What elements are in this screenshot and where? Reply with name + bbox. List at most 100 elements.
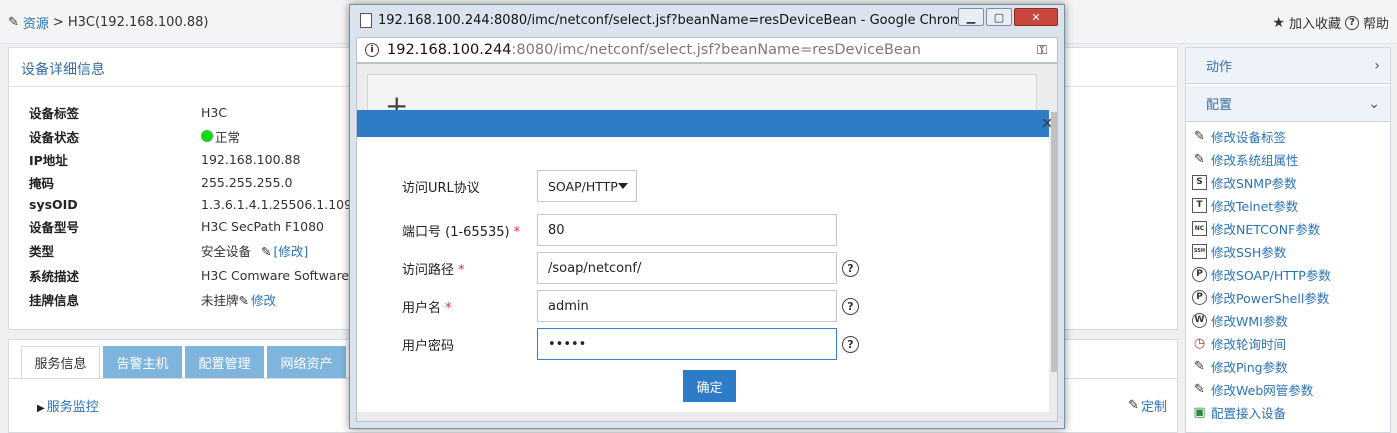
info-icon[interactable]: i — [365, 43, 379, 57]
minimize-button[interactable]: ▁ — [958, 8, 984, 26]
detail-key: 掩码 — [29, 175, 55, 191]
detail-key: 设备型号 — [29, 219, 80, 235]
soap-http-dialog: ✕ 访问URL协议 SOAP/HTTP 端口号 (1-65535) * 80 访问… — [357, 110, 1057, 412]
help-icon[interactable]: ? — [842, 335, 859, 353]
telnet-icon: T — [1192, 197, 1207, 213]
tag-value: 未挂牌 — [201, 292, 239, 308]
help-icon[interactable]: ? — [842, 259, 859, 277]
detail-value: H3C SecPath F1080 — [201, 218, 324, 234]
breadcrumb-root[interactable]: 资源 — [23, 13, 49, 32]
protocol-select[interactable]: SOAP/HTTP — [537, 170, 637, 202]
window-controls: ▁ ▢ ✕ — [958, 8, 1058, 26]
side-item-soap-http[interactable]: P 修改SOAP/HTTP参数 — [1192, 264, 1331, 284]
ok-button[interactable]: 确定 — [683, 370, 736, 402]
ssh-icon: SSH — [1192, 243, 1207, 259]
service-monitor-label: 服务监控 — [46, 400, 99, 415]
customize-label: 定制 — [1140, 400, 1167, 415]
detail-row: 设备型号 H3C SecPath F1080 — [29, 216, 324, 236]
address-path: :8080/imc/netconf/select.jsf?beanName=re… — [511, 42, 921, 58]
side-item-poll-time[interactable]: ◷ 修改轮询时间 — [1192, 333, 1286, 353]
detail-key: IP地址 — [29, 152, 68, 168]
tab-network-assets[interactable]: 网络资产 — [267, 346, 346, 378]
required-mark: * — [445, 300, 452, 316]
side-item-label: 修改WMI参数 — [1211, 313, 1288, 329]
maximize-button[interactable]: ▢ — [986, 8, 1012, 26]
help-link[interactable]: 帮助 — [1363, 13, 1389, 32]
detail-key: 设备标签 — [29, 105, 80, 121]
side-item-ssh[interactable]: SSH 修改SSH参数 — [1192, 241, 1286, 261]
tab-config-management[interactable]: 配置管理 — [185, 346, 264, 378]
port-row: 端口号 (1-65535) * 80 — [402, 214, 837, 246]
key-icon[interactable]: ⚿ — [1037, 43, 1047, 58]
action-header[interactable]: 动作 › — [1186, 48, 1390, 84]
detail-value: H3C — [201, 104, 228, 120]
port-input[interactable]: 80 — [537, 214, 837, 246]
help-icon[interactable]: ? — [842, 297, 859, 315]
side-item-web[interactable]: ✎ 修改Web网管参数 — [1192, 379, 1313, 399]
page-icon — [360, 12, 372, 28]
side-item-edit-sysgroup[interactable]: ✎ 修改系统组属性 — [1192, 149, 1299, 169]
side-item-edit-device-label[interactable]: ✎ 修改设备标签 — [1192, 126, 1286, 146]
side-item-powershell[interactable]: P 修改PowerShell参数 — [1192, 287, 1329, 307]
service-monitor-toggle[interactable]: ▶ 服务监控 — [37, 396, 99, 415]
side-panel: 动作 › 配置 ⌄ ✎ 修改设备标签 ✎ 修改系统组属性 S 修改SNMP参数 T 修改… — [1185, 47, 1391, 433]
detail-key: sysOID — [29, 196, 78, 212]
side-item-label: 修改SOAP/HTTP参数 — [1211, 267, 1331, 283]
ping-icon: ✎ — [1194, 358, 1205, 374]
side-item-label: 修改设备标签 — [1211, 129, 1287, 145]
required-mark: * — [458, 262, 465, 278]
side-item-telnet[interactable]: T 修改Telnet参数 — [1192, 195, 1298, 215]
side-item-label: 修改系统组属性 — [1211, 152, 1299, 168]
password-label: 用户密码 — [402, 338, 455, 354]
side-item-ping[interactable]: ✎ 修改Ping参数 — [1192, 356, 1288, 376]
netconf-icon: NC — [1192, 220, 1207, 236]
path-row: 访问路径 * /soap/netconf/ ? — [402, 252, 859, 284]
config-header[interactable]: 配置 ⌄ — [1186, 86, 1390, 122]
password-row: 用户密码 ••••• ? — [402, 328, 859, 360]
tab-alarm-host[interactable]: 告警主机 — [103, 346, 182, 378]
customize-link[interactable]: ✎ 定制 — [1128, 396, 1167, 415]
edit-icon: ✎ — [261, 243, 272, 259]
edit-icon: ✎ — [238, 292, 249, 308]
required-mark: * — [513, 224, 521, 240]
side-item-label: 修改NETCONF参数 — [1211, 221, 1321, 237]
path-input[interactable]: /soap/netconf/ — [537, 252, 837, 284]
detail-key: 设备状态 — [29, 129, 80, 145]
snmp-icon: S — [1192, 174, 1207, 190]
side-item-label: 修改Ping参数 — [1211, 359, 1288, 375]
side-item-wmi[interactable]: W 修改WMI参数 — [1192, 310, 1288, 330]
add-favorite-link[interactable]: 加入收藏 — [1289, 13, 1341, 32]
detail-row: 挂牌信息 未挂牌✎ 修改 — [29, 289, 276, 309]
side-item-access-device[interactable]: ▣ 配置接入设备 — [1192, 402, 1286, 422]
address-url: 192.168.100.244:8080/imc/netconf/select.… — [387, 42, 921, 58]
config-label: 配置 — [1206, 98, 1233, 113]
status-text: 正常 — [215, 129, 241, 145]
tab-service-info[interactable]: 服务信息 — [21, 346, 100, 378]
modify-tag-link[interactable]: 修改 — [251, 293, 276, 308]
modify-type-link[interactable]: [修改] — [274, 244, 309, 259]
web-icon: ✎ — [1194, 381, 1205, 397]
chevron-down-icon: ⌄ — [1368, 95, 1380, 112]
star-icon: ★ — [1272, 14, 1285, 31]
side-item-snmp[interactable]: S 修改SNMP参数 — [1192, 172, 1297, 192]
side-item-netconf[interactable]: NC 修改NETCONF参数 — [1192, 218, 1320, 238]
detail-row: IP地址 192.168.100.88 — [29, 149, 300, 169]
close-window-button[interactable]: ✕ — [1014, 8, 1058, 26]
edit-icon: ✎ — [1128, 398, 1139, 413]
detail-row: 掩码 255.255.255.0 — [29, 172, 292, 192]
username-input[interactable]: admin — [537, 290, 837, 322]
address-bar[interactable]: i 192.168.100.244:8080/imc/netconf/selec… — [356, 37, 1058, 63]
clock-icon: ◷ — [1193, 335, 1206, 351]
port-label: 端口号 (1-65535) * — [402, 221, 537, 240]
path-label-text: 访问路径 — [402, 262, 455, 278]
help-icon: ? — [1344, 15, 1359, 30]
side-item-label: 配置接入设备 — [1211, 405, 1287, 421]
detail-value: 正常 — [201, 127, 240, 146]
dialog-header — [357, 110, 1049, 137]
side-item-label: 修改轮询时间 — [1211, 336, 1287, 352]
action-label: 动作 — [1206, 60, 1233, 75]
wmi-icon: W — [1192, 312, 1207, 328]
resource-icon: ✎ — [8, 14, 19, 30]
password-input[interactable]: ••••• — [537, 328, 837, 360]
scrollbar[interactable] — [1051, 112, 1057, 372]
